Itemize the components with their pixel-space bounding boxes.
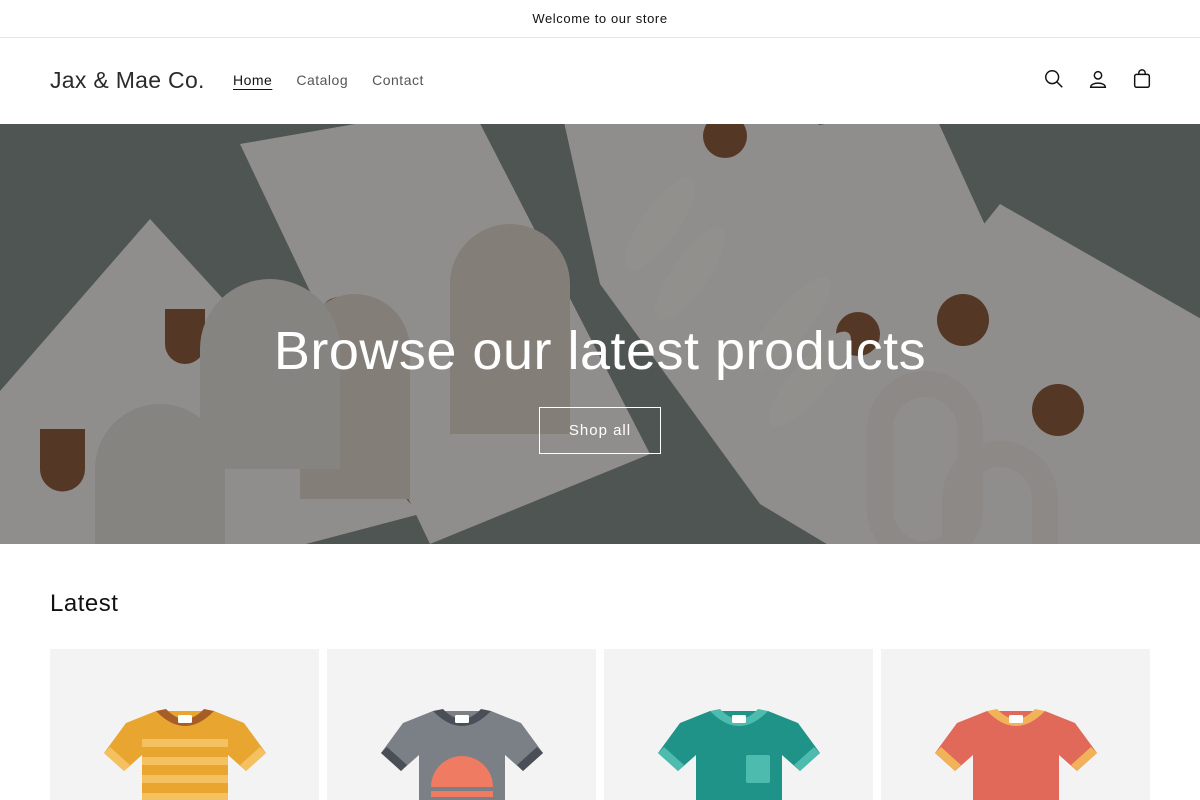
product-card[interactable] [604, 649, 873, 800]
shop-all-button[interactable]: Shop all [539, 407, 661, 454]
product-card[interactable] [327, 649, 596, 800]
product-card[interactable] [881, 649, 1150, 800]
nav-contact[interactable]: Contact [360, 72, 436, 88]
announcement-text: Welcome to our store [532, 11, 668, 26]
product-grid [50, 649, 1150, 800]
nav-catalog[interactable]: Catalog [284, 72, 360, 88]
coral-tshirt-icon [935, 709, 1097, 800]
account-icon[interactable] [1086, 67, 1110, 91]
store-logo[interactable]: Jax & Mae Co. [50, 67, 205, 94]
site-header: Jax & Mae Co. Home Catalog Contact [0, 39, 1200, 124]
main-nav: Home Catalog Contact [221, 72, 436, 88]
header-icons [1042, 67, 1154, 91]
teal-pocket-tshirt-icon [658, 709, 820, 800]
cart-icon[interactable] [1130, 67, 1154, 91]
hero-title: Browse our latest products [273, 321, 927, 381]
product-card[interactable] [50, 649, 319, 800]
announcement-bar: Welcome to our store [0, 0, 1200, 38]
latest-section-title: Latest [50, 590, 119, 617]
gray-sunset-tshirt-icon [381, 709, 543, 800]
nav-home[interactable]: Home [221, 72, 284, 88]
striped-tshirt-icon [104, 709, 266, 800]
search-icon[interactable] [1042, 67, 1066, 91]
hero-banner: Browse our latest products Shop all [0, 124, 1200, 544]
